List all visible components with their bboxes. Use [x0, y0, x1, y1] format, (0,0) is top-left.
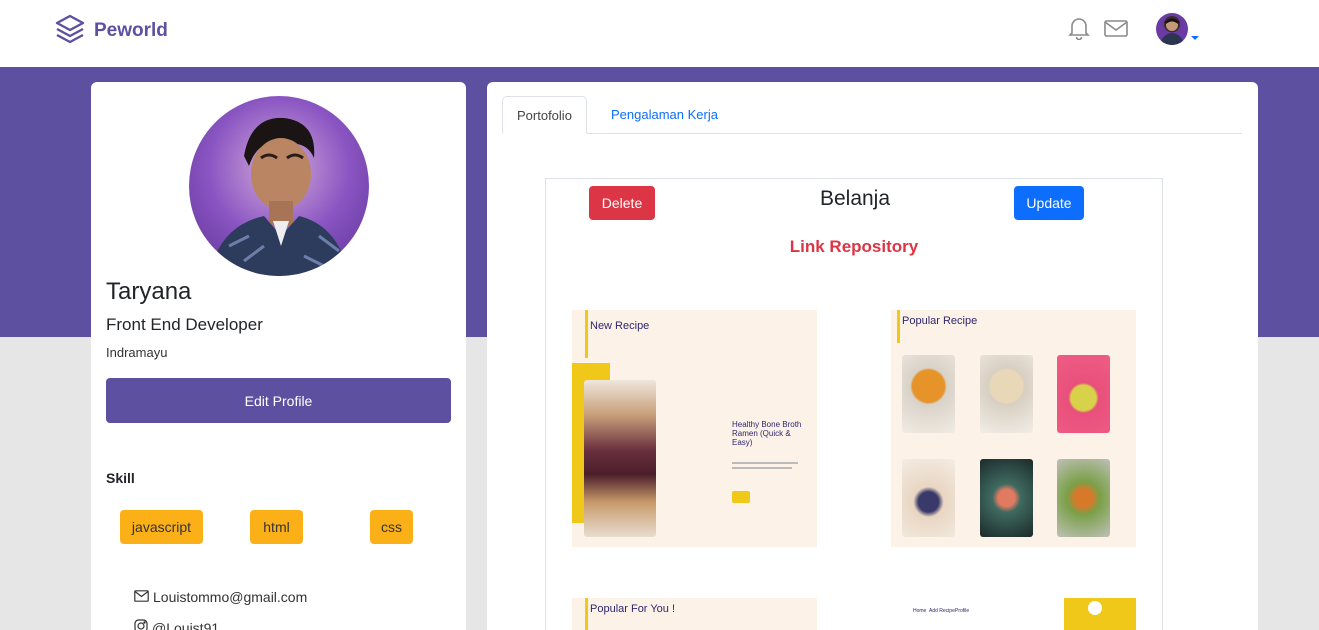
screenshot-title: New Recipe	[590, 320, 650, 332]
food-image	[1057, 355, 1110, 433]
edit-profile-button[interactable]: Edit Profile	[106, 378, 451, 423]
mail-icon	[134, 589, 149, 605]
brand-name: Peworld	[94, 20, 168, 41]
skill-heading: Skill	[106, 470, 135, 486]
update-button[interactable]: Update	[1014, 186, 1084, 220]
contact-email: Louistommo@gmail.com	[134, 589, 307, 605]
user-avatar[interactable]	[1156, 13, 1188, 45]
repository-link[interactable]: Link Repository	[546, 237, 1162, 257]
tab-bar: Portofolio Pengalaman Kerja	[502, 96, 1242, 134]
brand-logo[interactable]: Peworld	[54, 13, 168, 49]
email-text: Louistommo@gmail.com	[153, 589, 308, 605]
nav-home-text: Home	[913, 608, 927, 614]
skill-badge: html	[250, 510, 303, 544]
food-image	[584, 380, 656, 537]
food-image	[902, 459, 955, 537]
nav-add-recipe-text: Add Recipe	[929, 608, 955, 614]
portfolio-screenshot[interactable]: Popular For You !	[572, 598, 817, 630]
instagram-text: @Louist91	[152, 619, 220, 630]
portfolio-screenshot[interactable]: Home Add Recipe Profile	[891, 598, 1136, 630]
skill-badge: javascript	[120, 510, 203, 544]
portfolio-screenshot[interactable]: New Recipe Healthy Bone Broth Ramen (Qui…	[572, 310, 817, 547]
accent-bar	[585, 310, 588, 358]
portfolio-item: Delete Belanja Update Link Repository Ne…	[545, 178, 1163, 630]
learn-more-button	[732, 491, 750, 503]
profile-photo	[189, 96, 369, 276]
portfolio-screenshot[interactable]: Popular Recipe	[891, 310, 1136, 547]
navbar: Peworld	[0, 0, 1319, 67]
profile-name: Taryana	[106, 278, 192, 305]
profile-card: Taryana Front End Developer Indramayu Ed…	[91, 82, 466, 630]
food-image	[980, 355, 1033, 433]
recipe-heading: Healthy Bone Broth Ramen (Quick & Easy)	[732, 420, 802, 447]
tab-portfolio[interactable]: Portofolio	[502, 96, 587, 134]
profile-location: Indramayu	[106, 345, 168, 360]
food-image	[1057, 459, 1110, 537]
avatar	[1088, 601, 1102, 615]
mail-icon[interactable]	[1103, 16, 1129, 44]
portfolio-card: Portofolio Pengalaman Kerja Delete Belan…	[487, 82, 1258, 630]
tab-work-experience[interactable]: Pengalaman Kerja	[597, 96, 732, 134]
contact-instagram: @Louist91	[134, 619, 219, 630]
profile-job-title: Front End Developer	[106, 315, 263, 334]
accent-bar	[897, 310, 900, 343]
bell-icon[interactable]	[1068, 16, 1090, 44]
chevron-down-icon[interactable]	[1191, 36, 1199, 40]
text-line	[732, 462, 798, 464]
screenshot-title: Popular For You !	[590, 603, 676, 615]
layers-icon	[54, 13, 86, 49]
accent-bar	[585, 598, 588, 630]
food-image	[902, 355, 955, 433]
skill-badge: css	[370, 510, 413, 544]
nav-profile-text: Profile	[955, 608, 970, 614]
screenshot-title: Popular Recipe	[902, 315, 978, 327]
text-line	[732, 467, 792, 469]
food-image	[980, 459, 1033, 537]
instagram-icon	[134, 619, 148, 630]
